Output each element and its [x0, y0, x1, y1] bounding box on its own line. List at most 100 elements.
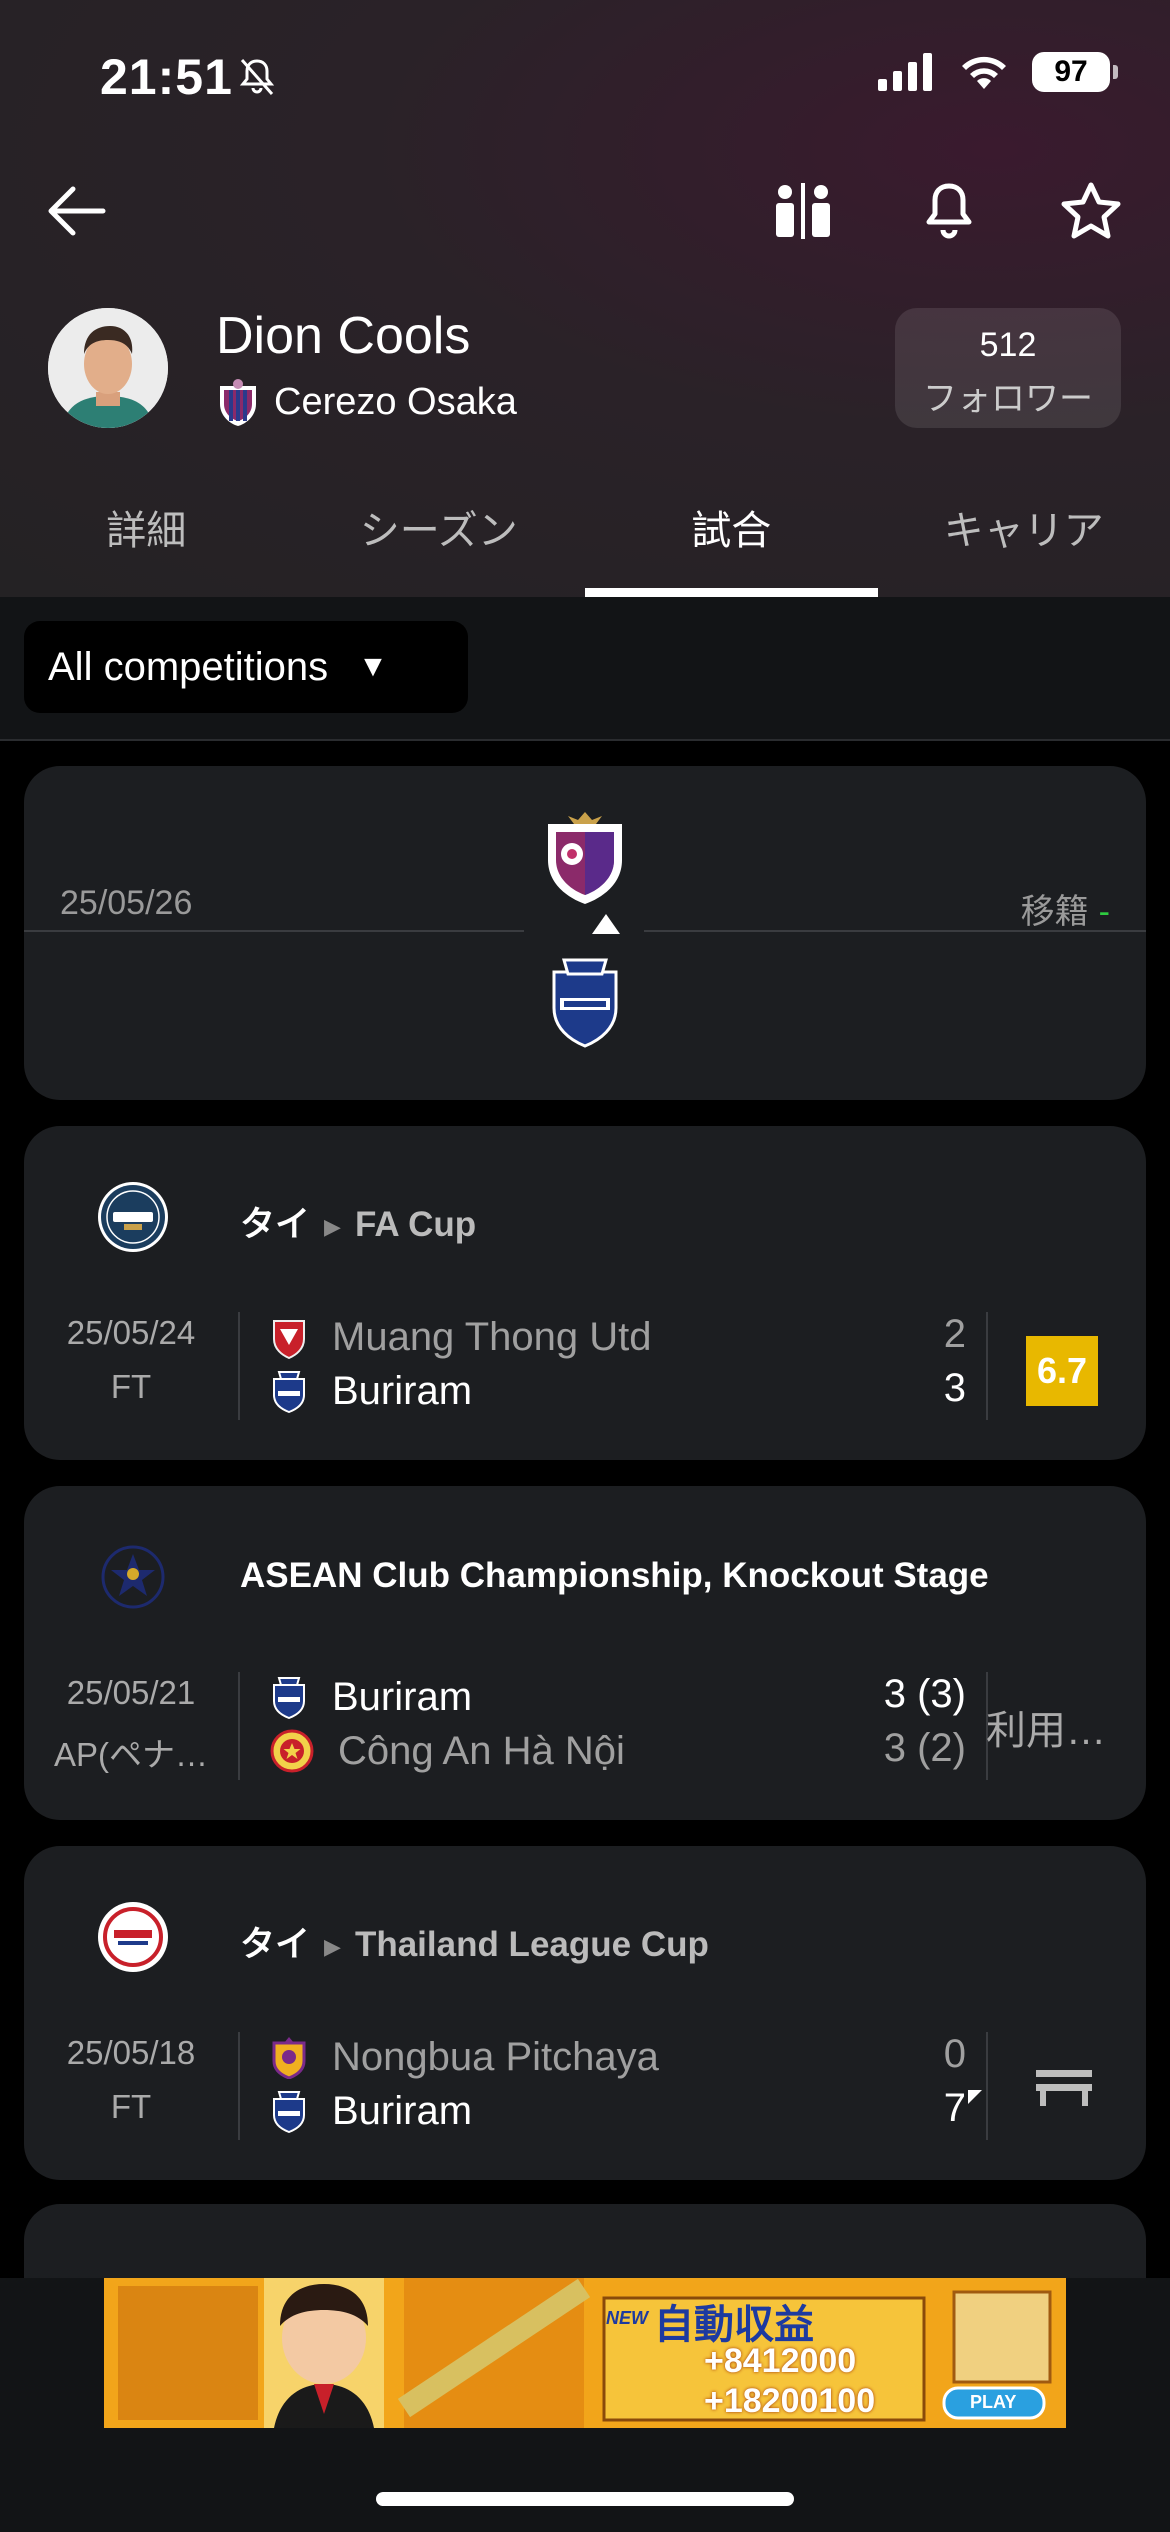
- home-score: 0: [943, 2032, 966, 2076]
- match-date: 25/05/21: [66, 1674, 196, 1711]
- match-status: FT: [110, 1368, 152, 1405]
- competition-country: タイ: [240, 1925, 311, 1964]
- battery-indicator: 97: [1032, 52, 1118, 92]
- chang-fa-cup-logo-icon: [98, 1182, 168, 1252]
- nongbua-pitchaya-logo-icon: [272, 2037, 306, 2079]
- status-indicators: 97: [876, 52, 1118, 92]
- ad-new-badge: NEW: [606, 2308, 648, 2328]
- match-row: 25/05/18 FT Nongbua Pitchaya Buriram 0 7: [24, 2032, 1146, 2142]
- competition-league: Thailand League Cup: [354, 1925, 709, 1964]
- profile-tabs: 詳細 シーズン 試合 キャリア: [0, 490, 1170, 597]
- divider: [238, 1672, 240, 1780]
- compare-icon[interactable]: [768, 176, 838, 246]
- competition-name: タイ ▶ Thailand League Cup: [240, 1916, 709, 1967]
- divider: [238, 1312, 240, 1420]
- thailand-league-cup-logo-icon: [98, 1902, 168, 1972]
- ad-banner[interactable]: 自動収益 NEW +8412000 +18200100 PLAY: [104, 2278, 1066, 2428]
- competition-country: タイ: [240, 1205, 311, 1244]
- cerezo-osaka-crest-icon: [548, 812, 622, 904]
- match-card[interactable]: ASEAN Club Championship, Knockout Stage …: [24, 1486, 1146, 1820]
- bench-icon: [1034, 2064, 1094, 2113]
- mute-bell-icon: [236, 56, 278, 103]
- player-rating-badge: 6.7: [1026, 1336, 1098, 1406]
- divider: [986, 1312, 988, 1420]
- transfer-card[interactable]: 25/05/26 移籍 -: [24, 766, 1146, 1100]
- away-team-name: Công An Hà Nội: [338, 1728, 625, 1773]
- away-team-name: Buriram: [332, 1368, 473, 1413]
- signal-icon: [878, 53, 932, 91]
- breadcrumb-separator-icon: ▶: [324, 1213, 341, 1239]
- player-team[interactable]: Cerezo Osaka: [216, 378, 517, 426]
- home-team-name: Muang Thong Utd: [332, 1314, 652, 1359]
- away-score: 3: [943, 1366, 966, 1410]
- match-row: 25/05/21 AP(ペナ… Buriram Công An Hà Nội 3…: [24, 1672, 1146, 1782]
- home-indicator[interactable]: [376, 2492, 794, 2506]
- competition-row: ASEAN Club Championship, Knockout Stage: [24, 1542, 1146, 1622]
- away-team: Buriram: [270, 1366, 472, 1416]
- match-status: FT: [110, 2088, 152, 2125]
- filter-bar: All competitions ▼: [0, 597, 1170, 741]
- home-team-name: Buriram: [332, 1674, 473, 1719]
- muang-thong-logo-icon: [273, 1320, 305, 1359]
- followers-label: フォロワー: [923, 380, 1093, 418]
- home-team: Buriram: [270, 1672, 472, 1722]
- profile-header: 21:51 97 Dion Cools Cerezo Osaka 512 フォロ…: [0, 0, 1170, 597]
- competition-league: ASEAN Club Championship, Knockout Stage: [240, 1556, 989, 1595]
- ad-value-2: +18200100: [704, 2382, 876, 2420]
- ad-play-button[interactable]: PLAY: [970, 2392, 1016, 2413]
- competition-dropdown[interactable]: All competitions ▼: [24, 621, 468, 713]
- home-team: Nongbua Pitchaya: [270, 2032, 659, 2082]
- team-name: Cerezo Osaka: [274, 380, 517, 423]
- buriram-crest-icon: [552, 958, 618, 1048]
- rating-unavailable: 利用…: [986, 1709, 1106, 1753]
- breadcrumb-separator-icon: ▶: [324, 1933, 341, 1959]
- bell-icon[interactable]: [914, 176, 984, 246]
- transfer-fee: -: [1098, 893, 1110, 931]
- tab-matches[interactable]: 試合: [585, 490, 878, 597]
- transfer-date: 25/05/26: [60, 884, 193, 922]
- away-team: Buriram: [270, 2086, 472, 2136]
- red-card-corner-icon: [968, 2090, 982, 2104]
- back-arrow-icon[interactable]: [40, 176, 110, 246]
- match-card[interactable]: タイ ▶ FA Cup 25/05/24 FT Muang Thong Utd Bu…: [24, 1126, 1146, 1460]
- home-team: Muang Thong Utd: [270, 1312, 651, 1362]
- dropdown-arrow-icon: ▼: [358, 650, 388, 683]
- star-icon[interactable]: [1056, 176, 1126, 246]
- match-date: 25/05/18: [66, 2034, 196, 2071]
- competition-name: タイ ▶ FA Cup: [240, 1196, 476, 1247]
- match-card[interactable]: タイ ▶ Thailand League Cup 25/05/18 FT Nongb…: [24, 1846, 1146, 2180]
- competition-league: FA Cup: [354, 1205, 477, 1244]
- competition-dropdown-label: All competitions: [48, 644, 329, 689]
- match-status: AP(ペナ…: [53, 1736, 208, 1773]
- buriram-logo-icon: [273, 1677, 305, 1719]
- asean-club-championship-logo-icon: [98, 1542, 168, 1612]
- player-name: Dion Cools: [216, 307, 471, 365]
- home-team-name: Nongbua Pitchaya: [332, 2034, 659, 2079]
- followers-count: 512: [979, 326, 1037, 364]
- home-score: 2: [943, 1312, 966, 1356]
- ad-value-1: +8412000: [704, 2342, 857, 2380]
- transfer-label: 移籍 -: [1021, 884, 1110, 933]
- competition-name: ASEAN Club Championship, Knockout Stage: [240, 1556, 989, 1596]
- tab-details[interactable]: 詳細: [0, 490, 293, 597]
- status-time: 21:51: [100, 49, 233, 105]
- match-date: 25/05/24: [66, 1314, 196, 1351]
- transfer-label-text: 移籍: [1020, 893, 1089, 931]
- player-avatar: [48, 308, 168, 428]
- divider: [24, 930, 524, 932]
- buriram-logo-icon: [273, 1371, 305, 1413]
- tab-career[interactable]: キャリア: [878, 490, 1170, 597]
- home-score: 3 (3): [883, 1672, 966, 1716]
- away-team-name: Buriram: [332, 2088, 473, 2133]
- buriram-logo-icon: [273, 2091, 305, 2133]
- followers-box[interactable]: 512 フォロワー: [895, 308, 1121, 428]
- competition-row: タイ ▶ FA Cup: [24, 1182, 1146, 1262]
- away-score: 3 (2): [883, 1726, 966, 1770]
- divider: [238, 2032, 240, 2140]
- tab-season[interactable]: シーズン: [293, 490, 586, 597]
- divider: [986, 2032, 988, 2140]
- cong-an-ha-noi-logo-icon: [270, 1729, 314, 1773]
- wifi-icon: [962, 56, 1006, 89]
- away-team: Công An Hà Nội: [270, 1726, 625, 1776]
- cerezo-osaka-logo-icon: [220, 379, 256, 426]
